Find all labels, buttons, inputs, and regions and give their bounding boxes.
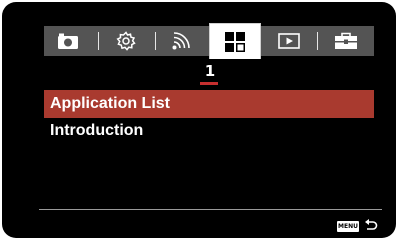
tab-camera[interactable] bbox=[44, 26, 92, 56]
app-grid-icon bbox=[225, 31, 245, 52]
tab-separator bbox=[155, 32, 156, 50]
camera-icon bbox=[58, 33, 78, 49]
play-icon bbox=[278, 33, 300, 49]
return-arrow-icon[interactable] bbox=[364, 218, 378, 232]
wireless-icon bbox=[172, 32, 190, 50]
tab-application[interactable] bbox=[209, 23, 261, 59]
tab-separator bbox=[317, 32, 318, 50]
toolbox-icon bbox=[335, 32, 357, 49]
tab-setup[interactable] bbox=[321, 26, 371, 56]
page-number: 1 bbox=[204, 62, 216, 80]
gear-icon bbox=[116, 31, 136, 51]
menu-item-application-list[interactable]: Application List bbox=[44, 90, 374, 118]
tab-separator bbox=[98, 32, 99, 50]
menu-button-badge[interactable]: MENU bbox=[337, 221, 359, 232]
menu-tab-bar bbox=[44, 23, 374, 59]
tab-playback[interactable] bbox=[266, 26, 312, 56]
menu-item-introduction[interactable]: Introduction bbox=[44, 117, 374, 145]
camera-menu-screen: 1 Application List Introduction MENU bbox=[2, 2, 396, 238]
tab-settings[interactable] bbox=[102, 26, 150, 56]
tab-network[interactable] bbox=[159, 26, 203, 56]
page-indicator-underline bbox=[200, 82, 218, 85]
footer-divider bbox=[39, 209, 382, 210]
